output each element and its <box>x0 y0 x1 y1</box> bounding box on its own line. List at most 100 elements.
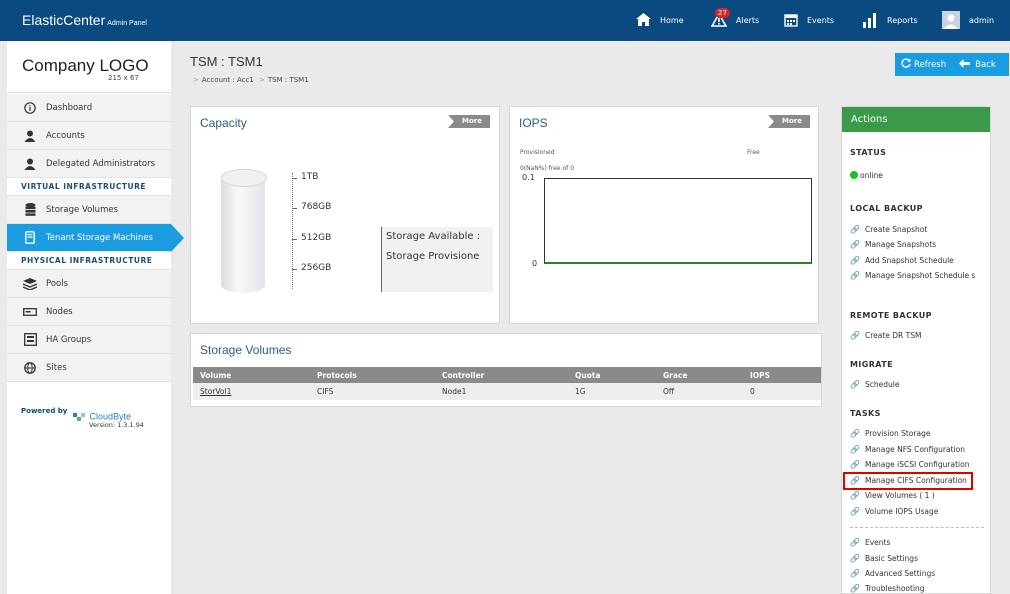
sidebar-item-delegated-administrators[interactable]: Delegated Administrators <box>7 150 171 178</box>
nav-reports-label: Reports <box>887 16 918 25</box>
action-label: Create Snapshot <box>864 225 928 234</box>
volume-iops-usage-link[interactable]: 🔗 Volume IOPS Usage <box>850 507 984 517</box>
sidebar-item-label: Dashboard <box>46 102 93 113</box>
capacity-more-button[interactable]: More <box>448 115 490 128</box>
action-label: Manage Snapshots <box>864 240 937 249</box>
grace-cell: Off <box>656 383 743 400</box>
sidebar-item-storage-volumes[interactable]: Storage Volumes <box>7 196 171 224</box>
volume-link[interactable]: StorVol1 <box>200 387 231 396</box>
column-header[interactable]: Controller <box>435 367 568 383</box>
alerts-count-badge: 27 <box>715 7 730 18</box>
back-label: Back <box>975 59 996 70</box>
nav-home[interactable]: Home <box>636 0 684 41</box>
provision-storage-link[interactable]: 🔗 Provision Storage <box>850 429 984 439</box>
nav-alerts[interactable]: 27 Alerts <box>710 0 759 41</box>
cloudbyte-logo-icon <box>73 413 85 421</box>
tsm-icon <box>23 231 37 245</box>
database-icon <box>23 203 37 217</box>
alert-icon: 27 <box>710 7 730 29</box>
sidebar-item-dashboard[interactable]: Dashboard <box>7 94 171 122</box>
create-snapshot-link[interactable]: 🔗 Create Snapshot <box>850 225 984 235</box>
sidebar-item-label: Nodes <box>46 306 73 317</box>
sidebar-item-tenant-storage-machines[interactable]: Tenant Storage Machines <box>7 224 184 252</box>
bar-chart-icon <box>862 12 878 30</box>
user-avatar-icon <box>942 10 960 31</box>
action-label: Provision Storage <box>864 429 931 438</box>
sidebar-section-physical: PHYSICAL INFRASTRUCTURE <box>7 252 171 270</box>
sidebar-item-nodes[interactable]: Nodes <box>7 298 171 326</box>
tasks-section-title: TASKS <box>850 409 881 418</box>
add-snapshot-schedule-link[interactable]: 🔗 Add Snapshot Schedule <box>850 256 984 266</box>
version-label: Version: 1.3.1.94 <box>89 421 145 429</box>
link-icon: 🔗 <box>850 429 860 438</box>
company-logo: Company LOGO 215 x 67 <box>7 41 171 93</box>
link-icon: 🔗 <box>850 569 860 578</box>
action-label: Create DR TSM <box>864 331 922 340</box>
manage-iscsi-configuration-link[interactable]: 🔗 Manage iSCSI Configuration <box>850 460 984 470</box>
action-label: Schedule <box>864 380 900 389</box>
iops-y-bottom: 0 <box>532 259 538 268</box>
storage-available-label: Storage Available : <box>386 231 481 242</box>
local-backup-section-title: LOCAL BACKUP <box>850 204 923 213</box>
capacity-tick-label: 768GB <box>301 202 332 212</box>
column-header[interactable]: Grace <box>656 367 743 383</box>
sidebar-item-sites[interactable]: Sites <box>7 354 171 382</box>
brand[interactable]: ElasticCenter Admin Panel <box>22 12 147 28</box>
remote-backup-section-title: REMOTE BACKUP <box>850 311 932 320</box>
capacity-tick-mark <box>292 269 297 270</box>
back-button[interactable]: Back <box>946 53 996 76</box>
column-header[interactable]: Volume <box>193 367 310 383</box>
view-volumes-link[interactable]: 🔗 View Volumes ( 1 ) <box>850 491 984 501</box>
nav-reports[interactable]: Reports <box>862 0 918 41</box>
breadcrumb-account-link[interactable]: Account : Acc1 <box>202 76 254 84</box>
sidebar-item-label: Tenant Storage Machines <box>46 232 153 243</box>
breadcrumb: > Account : Acc1 > TSM : TSM1 <box>190 76 309 84</box>
table-row: StorVol1 CIFS Node1 1G Off 0 <box>193 383 821 400</box>
cifs-highlight-box <box>843 472 973 490</box>
sidebar-item-label: Sites <box>46 362 67 373</box>
nav-events[interactable]: Events <box>784 0 834 41</box>
advanced-settings-link[interactable]: 🔗 Advanced Settings <box>850 569 984 579</box>
link-icon: 🔗 <box>850 240 860 249</box>
refresh-button[interactable]: Refresh <box>895 53 946 76</box>
action-label: Manage iSCSI Configuration <box>864 460 970 469</box>
events-link[interactable]: 🔗 Events <box>850 538 984 548</box>
iops-more-button[interactable]: More <box>768 115 810 128</box>
storage-volumes-table: Volume Protocols Controller Quota Grace … <box>193 367 821 400</box>
sidebar-item-accounts[interactable]: Accounts <box>7 122 171 150</box>
page-title: TSM : TSM1 <box>190 54 263 69</box>
storage-volumes-title: Storage Volumes <box>200 343 292 357</box>
manage-snapshots-link[interactable]: 🔗 Manage Snapshots <box>850 240 984 250</box>
capacity-tick-label: 1TB <box>301 172 319 182</box>
nav-events-label: Events <box>807 16 835 25</box>
manage-nfs-configuration-link[interactable]: 🔗 Manage NFS Configuration <box>850 445 984 455</box>
info-icon <box>23 101 37 115</box>
link-icon: 🔗 <box>850 331 860 340</box>
create-dr-tsm-link[interactable]: 🔗 Create DR TSM <box>850 331 984 341</box>
capacity-tick-label: 512GB <box>301 233 332 243</box>
quota-cell: 1G <box>568 383 656 400</box>
troubleshooting-link[interactable]: 🔗 Troubleshooting <box>850 584 984 594</box>
controller-cell: Node1 <box>435 383 568 400</box>
actions-divider <box>850 527 984 528</box>
column-header[interactable]: Quota <box>568 367 656 383</box>
sidebar-item-pools[interactable]: Pools <box>7 270 171 298</box>
node-icon <box>23 305 37 319</box>
storage-provisioned-label: Storage Provisione <box>386 251 480 262</box>
sidebar-item-label: Accounts <box>46 130 85 141</box>
sidebar-section-virtual: VIRTUAL INFRASTRUCTURE <box>7 178 171 196</box>
schedule-link[interactable]: 🔗 Schedule <box>850 380 984 390</box>
manage-snapshot-schedules-link[interactable]: 🔗 Manage Snapshot Schedule s <box>850 271 984 281</box>
column-header[interactable]: IOPS <box>743 367 821 383</box>
powered-by-label: Powered by <box>21 407 68 415</box>
column-header[interactable]: Protocols <box>310 367 435 383</box>
link-icon: 🔗 <box>850 507 860 516</box>
sidebar-item-ha-groups[interactable]: HA Groups <box>7 326 171 354</box>
nav-user-menu[interactable]: admin <box>942 0 994 41</box>
action-label: Events <box>864 538 891 547</box>
action-label: Volume IOPS Usage <box>864 507 939 516</box>
basic-settings-link[interactable]: 🔗 Basic Settings <box>850 554 984 564</box>
storage-volumes-panel: Storage Volumes Volume Protocols Control… <box>190 333 822 407</box>
actions-panel: Actions STATUS online LOCAL BACKUP 🔗 Crea… <box>841 106 991 594</box>
action-label: Add Snapshot Schedule <box>864 256 954 265</box>
